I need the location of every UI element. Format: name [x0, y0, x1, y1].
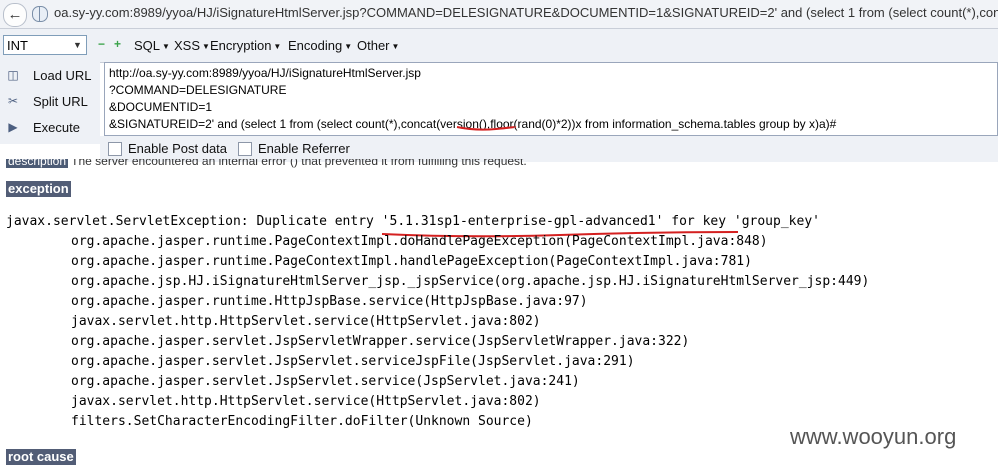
execute-button[interactable]: ▶ Execute — [0, 116, 100, 140]
split-url-button[interactable]: ✂ Split URL — [0, 90, 100, 114]
back-button[interactable]: ← — [3, 3, 27, 27]
load-url-icon: ◫ — [7, 68, 19, 82]
menu-sql[interactable]: SQL ▼ — [134, 38, 170, 53]
menu-other[interactable]: Other ▼ — [357, 38, 399, 53]
split-url-icon: ✂ — [7, 94, 19, 108]
root-cause-label: root cause — [6, 449, 76, 465]
url-field[interactable]: oa.sy-yy.com:8989/yyoa/HJ/iSignatureHtml… — [54, 5, 998, 20]
plus-icon[interactable]: + — [113, 38, 122, 50]
address-bar: ← oa.sy-yy.com:8989/yyoa/HJ/iSignatureHt… — [0, 0, 998, 29]
enable-post-label: Enable Post data — [128, 141, 228, 156]
stack-frame: org.apache.jasper.servlet.JspServlet.ser… — [71, 374, 580, 389]
editor-line: http://oa.sy-yy.com:8989/yyoa/HJ/iSignat… — [109, 66, 421, 80]
minus-icon[interactable]: − — [97, 38, 106, 50]
dropdown-arrow-icon: ▼ — [73, 40, 82, 50]
enable-referrer-label: Enable Referrer — [258, 141, 350, 156]
description-label: description — [6, 159, 69, 168]
stack-frame: org.apache.jasper.servlet.JspServletWrap… — [71, 334, 690, 349]
globe-icon — [32, 6, 48, 22]
stack-frame: org.apache.jsp.HJ.iSignatureHtmlServer_j… — [71, 274, 870, 289]
type-select-value: INT — [7, 38, 28, 53]
editor-line: &DOCUMENTID=1 — [109, 100, 213, 114]
enable-post-checkbox[interactable] — [108, 142, 122, 156]
menu-encryption[interactable]: Encryption ▼ — [210, 38, 281, 53]
red-annotation-underline — [456, 126, 516, 131]
stack-frame: org.apache.jasper.runtime.HttpJspBase.se… — [71, 294, 588, 309]
stack-frame: org.apache.jasper.runtime.PageContextImp… — [71, 234, 768, 249]
description-row: description The server encountered an in… — [0, 159, 998, 169]
stack-frame: filters.SetCharacterEncodingFilter.doFil… — [71, 414, 533, 429]
stack-frame: javax.servlet.http.HttpServlet.service(H… — [71, 394, 541, 409]
exception-label: exception — [6, 181, 71, 197]
load-url-button[interactable]: ◫ Load URL — [0, 64, 100, 88]
menu-encoding[interactable]: Encoding ▼ — [288, 38, 352, 53]
stack-frame: org.apache.jasper.servlet.JspServlet.ser… — [71, 354, 635, 369]
editor-line: ?COMMAND=DELESIGNATURE — [109, 83, 287, 97]
watermark: www.wooyun.org — [790, 424, 957, 449]
execute-icon: ▶ — [8, 120, 18, 134]
hackbar-toolbar: INT ▼ − + SQL ▼ XSS ▼ Encryption ▼ Encoding… — [0, 29, 998, 63]
exception-message: javax.servlet.ServletException: Duplicat… — [6, 214, 820, 229]
hackbar-actions: ◫ Load URL ✂ Split URL ▶ Execute — [0, 62, 100, 144]
stack-frame: org.apache.jasper.runtime.PageContextImp… — [71, 254, 752, 269]
url-editor[interactable]: http://oa.sy-yy.com:8989/yyoa/HJ/iSignat… — [104, 62, 998, 136]
menu-xss[interactable]: XSS ▼ — [174, 38, 210, 53]
description-text: The server encountered an internal error… — [71, 159, 527, 168]
enable-referrer-checkbox[interactable] — [238, 142, 252, 156]
stack-frame: javax.servlet.http.HttpServlet.service(H… — [71, 314, 541, 329]
type-select[interactable]: INT ▼ — [3, 35, 87, 55]
